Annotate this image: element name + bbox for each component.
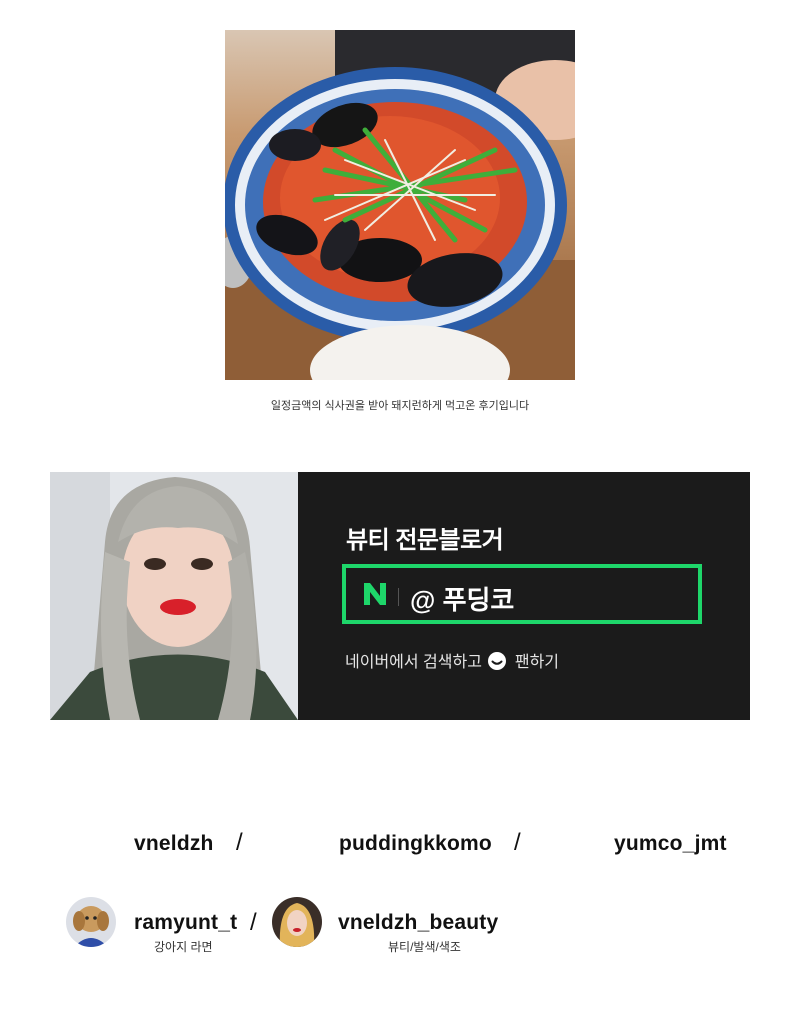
blogger-banner[interactable]: 뷰티 전문블로거 @ 푸딩코 네이버에서 검색하고 팬하기 xyxy=(50,472,750,720)
vneldzh-beauty-avatar[interactable] xyxy=(272,897,322,947)
banner-subtitle: 네이버에서 검색하고 팬하기 xyxy=(345,648,559,672)
subtitle-fan-text: 팬하기 xyxy=(514,654,560,671)
banner-title: 뷰티 전문블로거 xyxy=(346,527,504,554)
vneldzh-beauty-description: 뷰티/발색/색조 xyxy=(388,940,461,954)
account-puddingkkomo[interactable]: puddingkkomo xyxy=(339,832,492,856)
blogger-portrait xyxy=(50,472,298,720)
smile-icon xyxy=(488,652,507,670)
separator-slash: / xyxy=(250,909,257,936)
photo-caption: 일정금액의 식사권을 받아 돼지런하게 먹고온 후기입니다 xyxy=(270,400,530,412)
account-vneldzh-beauty[interactable]: vneldzh_beauty xyxy=(338,911,498,935)
naver-logo-icon xyxy=(364,583,386,605)
separator-slash: / xyxy=(236,829,243,856)
naver-search-box[interactable]: @ 푸딩코 xyxy=(342,564,702,624)
subtitle-search-text: 네이버에서 검색하고 xyxy=(345,654,482,671)
account-ramyunt-t[interactable]: ramyunt_t xyxy=(134,911,237,935)
search-divider xyxy=(398,588,399,606)
separator-slash: / xyxy=(514,829,521,856)
account-vneldzh[interactable]: vneldzh xyxy=(134,832,214,856)
account-yumco-jmt[interactable]: yumco_jmt xyxy=(614,832,727,856)
blog-handle: @ 푸딩코 xyxy=(410,585,515,615)
ramyunt-avatar[interactable] xyxy=(66,897,116,947)
food-photo xyxy=(225,30,575,380)
ramyunt-description: 강아지 라면 xyxy=(154,940,213,954)
